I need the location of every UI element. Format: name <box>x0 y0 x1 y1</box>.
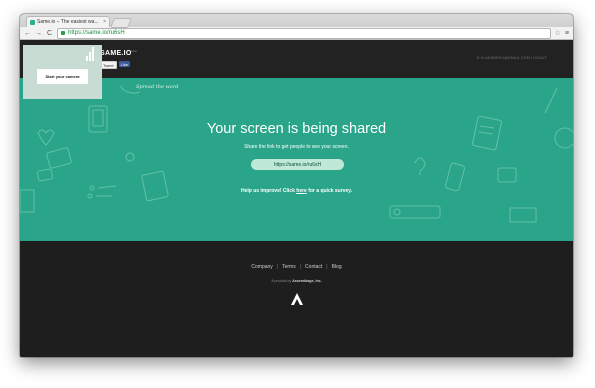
wallet-icon <box>497 167 517 183</box>
page: SAME.IO beta Tweet Like D.VLADIMIROV@GMA… <box>20 40 573 357</box>
survey-message: Help us improve! Click here for a quick … <box>20 188 573 194</box>
footer-separator: | <box>276 264 279 270</box>
start-camera-button[interactable]: Start your camera <box>37 69 88 84</box>
address-bar[interactable]: https://same.io/ru6sH <box>57 27 551 39</box>
site-logo[interactable]: SAME.IO <box>100 50 132 57</box>
menu-icon[interactable]: ≡ <box>565 30 569 37</box>
lock-icon <box>61 31 65 35</box>
back-icon[interactable]: ← <box>24 30 31 37</box>
bookmark-star-icon[interactable]: ☆ <box>555 29 561 37</box>
forward-icon[interactable]: → <box>35 30 42 37</box>
tab-close-icon[interactable]: × <box>103 19 106 25</box>
tab-strip: Same.io – The easiest wa... × <box>20 14 573 28</box>
gear-icon <box>125 152 135 162</box>
share-link-field[interactable]: https://same.io/ru6sH <box>251 159 344 170</box>
social-buttons: Tweet Like <box>100 61 131 69</box>
footer-link-contact[interactable]: Contact <box>305 264 322 270</box>
beta-label: beta <box>131 49 137 53</box>
search-bar-icon <box>389 205 441 219</box>
footer-separator: | <box>299 264 302 270</box>
reload-icon[interactable]: C <box>46 30 53 37</box>
share-instructions: Share the link to get people to see your… <box>244 144 349 150</box>
user-account[interactable]: D.VLADIMIROV@GMAIL.COM LOGOUT <box>477 56 547 60</box>
spread-the-word: Spread the word <box>136 84 179 90</box>
assemblage-logo-icon[interactable] <box>290 292 304 306</box>
camera-panel: Start your camera <box>23 45 102 99</box>
survey-prefix: Help us improve! Click <box>240 188 297 194</box>
browser-tab[interactable]: Same.io – The easiest wa... × <box>26 16 110 27</box>
chat-bubble-icon <box>46 147 72 169</box>
lightbulb-icon <box>414 157 426 175</box>
address-url: https://same.io/ru6sH <box>68 30 125 36</box>
footer-link-terms[interactable]: Terms <box>282 264 296 270</box>
product-prefix: A product by <box>271 279 293 283</box>
browser-window: Same.io – The easiest wa... × ← → C http… <box>20 14 573 357</box>
site-footer: Company | Terms | Contact | Blog A produ… <box>20 241 573 357</box>
pencil-icon <box>544 87 558 114</box>
tab-title: Same.io – The easiest wa... <box>37 19 99 25</box>
product-credit: A product by Assemblage, Inc. <box>20 279 573 283</box>
hero-section: Spread the word Your screen is being sha… <box>20 78 573 241</box>
footer-links: Company | Terms | Contact | Blog <box>20 264 573 270</box>
footer-link-blog[interactable]: Blog <box>332 264 342 270</box>
browser-toolbar: ← → C https://same.io/ru6sH ☆ ≡ <box>20 27 573 40</box>
site-header: SAME.IO beta Tweet Like D.VLADIMIROV@GMA… <box>20 40 573 78</box>
footer-link-company[interactable]: Company <box>251 264 272 270</box>
new-tab-button[interactable] <box>110 18 132 28</box>
like-button[interactable]: Like <box>118 61 131 67</box>
page-title: Your screen is being shared <box>206 121 387 137</box>
survey-link[interactable]: here <box>296 188 307 194</box>
favicon-icon <box>30 19 35 25</box>
survey-suffix: for a quick survey. <box>306 188 353 194</box>
signal-bars-icon <box>86 47 94 61</box>
block-icon <box>509 207 537 223</box>
webpage-icon <box>141 170 169 202</box>
tweet-button[interactable]: Tweet <box>100 61 117 69</box>
company-link[interactable]: Assemblage, Inc. <box>292 279 321 283</box>
footer-separator: | <box>326 264 328 270</box>
